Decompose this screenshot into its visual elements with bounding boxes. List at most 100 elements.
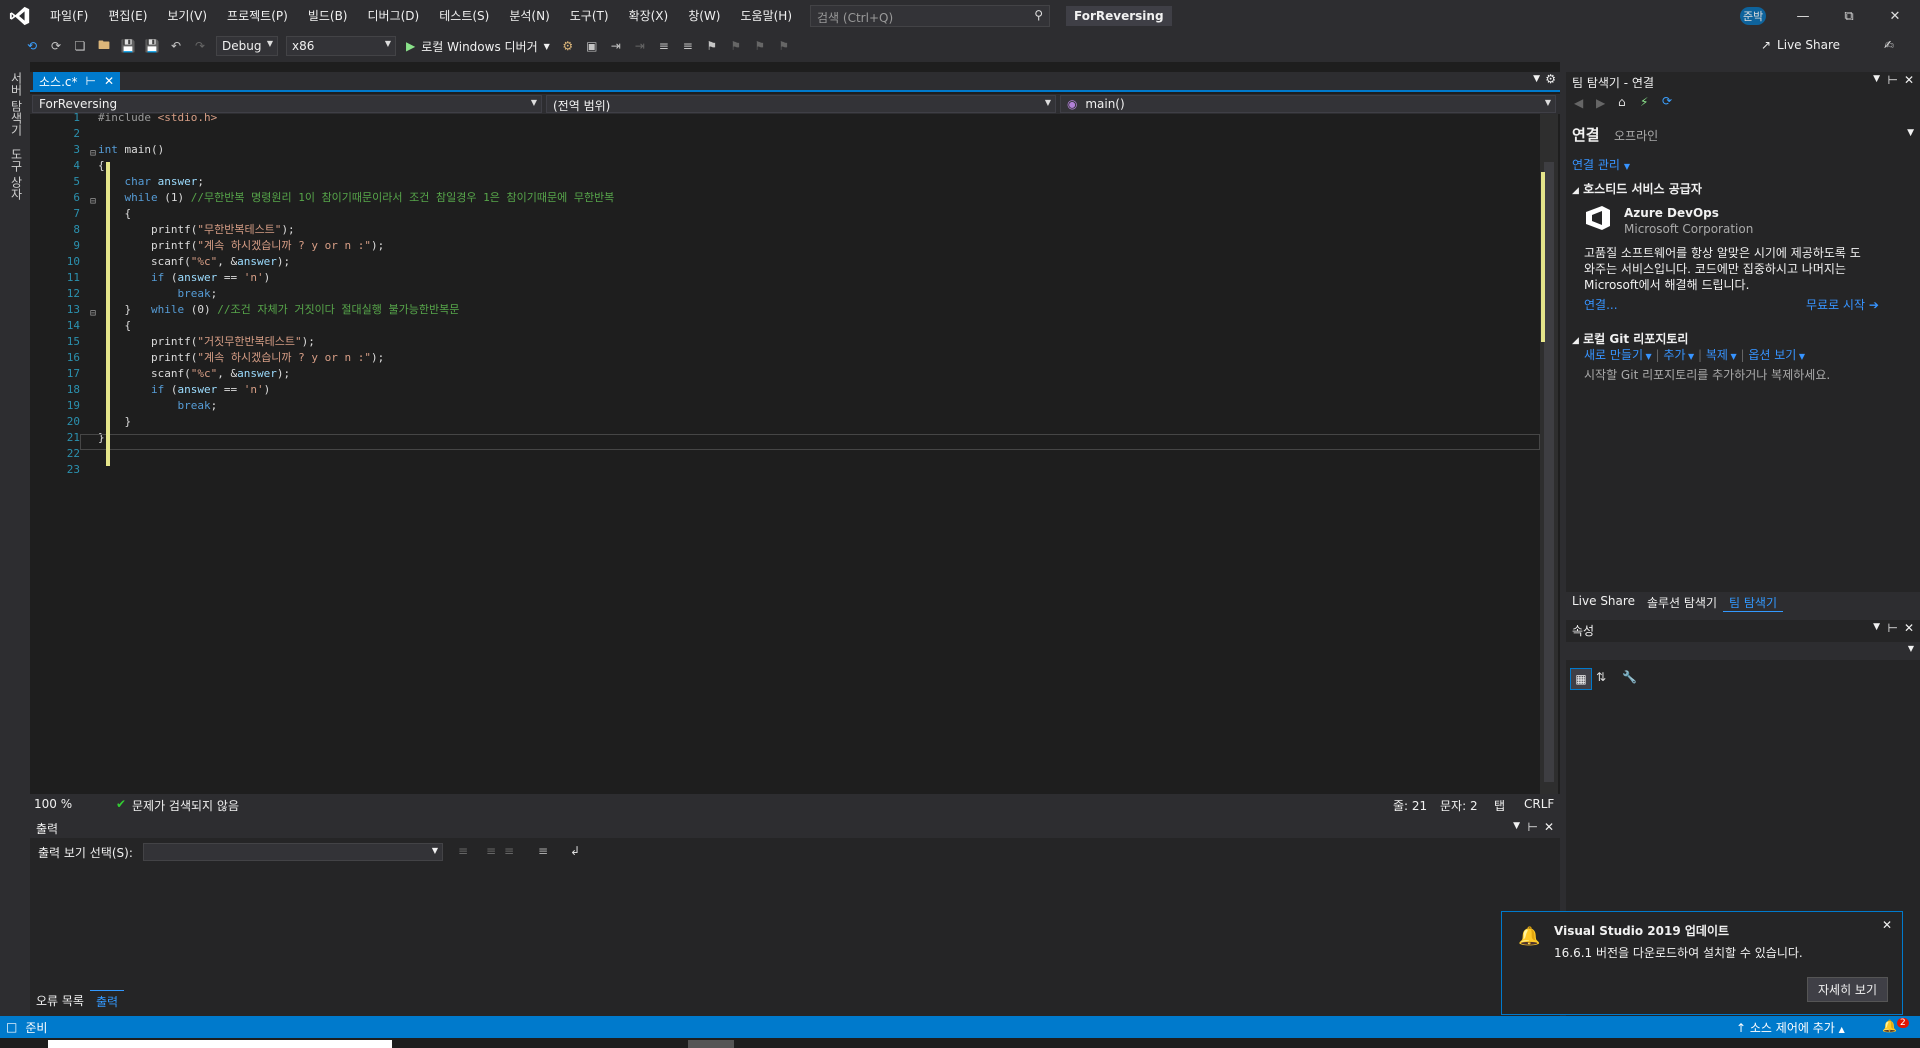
forward-icon[interactable]: ▶: [1596, 96, 1605, 110]
account-avatar[interactable]: 준박: [1740, 7, 1767, 25]
chevron-down-icon[interactable]: ▼: [1907, 128, 1914, 138]
object-select[interactable]: ▼: [1566, 642, 1920, 660]
property-pages-icon[interactable]: 🔧: [1622, 670, 1637, 684]
code-line[interactable]: 3 ⊟ int main(): [48, 141, 1540, 160]
menu-debug[interactable]: 디버그(D): [358, 0, 430, 32]
details-button[interactable]: 자세히 보기: [1806, 977, 1888, 1002]
notifications-icon[interactable]: 🔔 2: [1882, 1018, 1909, 1033]
plug-icon[interactable]: ⚡: [1640, 95, 1648, 109]
word-wrap-icon[interactable]: ↲: [570, 844, 580, 858]
code-line[interactable]: 20 }: [48, 413, 1540, 429]
zoom-select[interactable]: 100 %: [34, 797, 72, 811]
source-control-button[interactable]: ↑ 소스 제어에 추가 ▲: [1736, 1019, 1845, 1036]
menu-help[interactable]: 도움말(H): [731, 0, 803, 32]
back-icon[interactable]: ⟲: [23, 37, 41, 55]
code-line[interactable]: 17 scanf("%c", &answer);: [48, 365, 1540, 381]
code-line[interactable]: 8 printf("무한반복테스트");: [48, 221, 1540, 237]
back-icon[interactable]: ◀: [1574, 96, 1583, 110]
tab-error-list[interactable]: 오류 목록: [30, 990, 90, 1010]
code-line[interactable]: 5 char answer;: [48, 173, 1540, 189]
attach-icon[interactable]: ⚙: [559, 37, 577, 55]
issues-status[interactable]: 문제가 검색되지 않음: [132, 797, 239, 814]
code-editor[interactable]: 1 #include <stdio.h> 2 3 ⊟ int main() 4{5 char…: [48, 111, 1540, 794]
chevron-down-icon[interactable]: ▼: [1873, 622, 1880, 632]
menu-extensions[interactable]: 확장(X): [619, 0, 679, 32]
feedback-icon[interactable]: ✍: [1884, 38, 1894, 52]
home-icon[interactable]: ⌂: [1618, 95, 1626, 109]
code-line[interactable]: 23: [48, 461, 1540, 477]
next-message-icon[interactable]: ≡: [504, 844, 514, 858]
connect-link[interactable]: 연결...: [1584, 296, 1618, 313]
scrollbar-thumb[interactable]: [1544, 162, 1554, 782]
code-line[interactable]: 15 printf("거짓무한반복테스트");: [48, 333, 1540, 349]
menu-build[interactable]: 빌드(B): [298, 0, 358, 32]
code-line[interactable]: 7 {: [48, 205, 1540, 221]
bookmark-next-icon[interactable]: ⚑: [751, 37, 769, 55]
bookmark-clear-icon[interactable]: ⚑: [775, 37, 793, 55]
code-line[interactable]: 19 break;: [48, 397, 1540, 413]
tab-output[interactable]: 출력: [89, 990, 125, 1010]
git-new-link[interactable]: 새로 만들기: [1584, 348, 1643, 362]
taskbar-item[interactable]: [688, 1040, 734, 1048]
platform-select[interactable]: x86 ▼: [286, 36, 396, 56]
code-line[interactable]: 9 printf("계속 하시겠습니까 ? y or n :");: [48, 237, 1540, 253]
refresh-icon[interactable]: ⟳: [1662, 94, 1672, 108]
hosted-services-header[interactable]: ◢ 호스티드 서비스 공급자: [1572, 180, 1702, 197]
sort-alpha-icon[interactable]: ⇅: [1596, 670, 1606, 684]
menu-test[interactable]: 테스트(S): [429, 0, 499, 32]
pin-icon[interactable]: ⊢: [1888, 621, 1898, 635]
step-over-icon[interactable]: ⇥: [631, 37, 649, 55]
new-project-icon[interactable]: ❏: [71, 37, 89, 55]
close-icon[interactable]: ✕: [1544, 820, 1554, 834]
tab-team-explorer[interactable]: 팀 탐색기: [1723, 592, 1783, 612]
find-message-icon[interactable]: ≡: [458, 844, 468, 858]
save-icon[interactable]: 💾: [119, 37, 137, 55]
search-input[interactable]: 검색 (Ctrl+Q) ⚲: [810, 5, 1051, 27]
gear-icon[interactable]: ⚙: [1545, 72, 1556, 86]
restore-icon[interactable]: ⧉: [1826, 0, 1872, 32]
code-line[interactable]: 18 if (answer == 'n'): [48, 381, 1540, 397]
menu-view[interactable]: 보기(V): [157, 0, 217, 32]
close-tab-icon[interactable]: ✕: [104, 74, 114, 88]
minimize-icon[interactable]: —: [1780, 0, 1826, 32]
menu-project[interactable]: 프로젝트(P): [217, 0, 298, 32]
menu-analyze[interactable]: 분석(N): [499, 0, 559, 32]
pin-icon[interactable]: ⊢: [86, 74, 96, 88]
close-icon[interactable]: ✕: [1904, 621, 1914, 635]
start-debug-button[interactable]: ▶ 로컬 Windows 디버거 ▼: [406, 38, 550, 55]
configuration-select[interactable]: Debug ▼: [216, 36, 278, 56]
git-add-link[interactable]: 추가: [1663, 348, 1685, 362]
git-clone-link[interactable]: 복제: [1706, 348, 1728, 362]
code-line[interactable]: 11 if (answer == 'n'): [48, 269, 1540, 285]
code-line[interactable]: 1 #include <stdio.h>: [48, 109, 1540, 125]
pin-icon[interactable]: ⊢: [1528, 820, 1538, 834]
menu-edit[interactable]: 편집(E): [98, 0, 157, 32]
document-tab[interactable]: 소스.c* ⊢ ✕: [33, 72, 121, 90]
code-line[interactable]: 16 printf("계속 하시겠습니까 ? y or n :");: [48, 349, 1540, 365]
code-line[interactable]: 13 ⊟ } while (0) //조건 자체가 거짓이다 절대실행 불가능한반…: [48, 301, 1540, 320]
code-line[interactable]: 10 scanf("%c", &answer);: [48, 253, 1540, 269]
bookmark-icon[interactable]: ⚑: [703, 37, 721, 55]
manage-connections-link[interactable]: 연결 관리 ▼: [1572, 156, 1630, 173]
pin-icon[interactable]: ⊢: [1888, 73, 1898, 87]
code-line[interactable]: 6 ⊟ while (1) //무한반복 명령원리 1이 참이기때문이라서 조건 …: [48, 189, 1540, 208]
local-git-header[interactable]: ◢ 로컬 Git 리포지토리: [1572, 330, 1688, 347]
step-icon[interactable]: ⇥: [607, 37, 625, 55]
code-line[interactable]: 14 {: [48, 317, 1540, 333]
output-source-select[interactable]: ▼: [143, 843, 443, 861]
menu-tools[interactable]: 도구(T): [560, 0, 619, 32]
line-ending[interactable]: CRLF: [1524, 797, 1554, 811]
categorized-icon[interactable]: ▦: [1570, 668, 1592, 690]
visual-studio-logo-icon[interactable]: [0, 0, 40, 32]
prev-message-icon[interactable]: ≡: [486, 844, 496, 858]
camera-icon[interactable]: ▣: [583, 37, 601, 55]
git-options-link[interactable]: 옵션 보기: [1748, 348, 1796, 362]
menu-file[interactable]: 파일(F): [40, 0, 98, 32]
indent-mode[interactable]: 탭: [1494, 797, 1505, 814]
bookmark-prev-icon[interactable]: ⚑: [727, 37, 745, 55]
free-start-link[interactable]: 무료로 시작 ➔: [1806, 296, 1879, 313]
open-folder-icon[interactable]: 🖿: [95, 37, 113, 55]
code-line[interactable]: 4{: [48, 157, 1540, 173]
close-icon[interactable]: ✕: [1872, 0, 1918, 32]
undo-icon[interactable]: ↶: [167, 37, 185, 55]
